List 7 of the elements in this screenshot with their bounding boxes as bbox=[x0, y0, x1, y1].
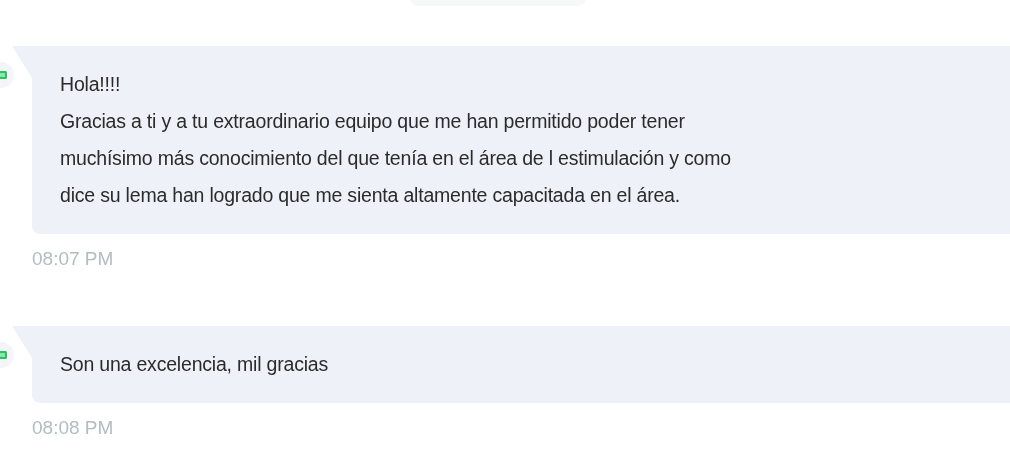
message-text: Hola!!!! bbox=[60, 72, 122, 97]
message-text: Gracias a ti y a tu extraordinario equipo que me han permitido poder tener bbox=[60, 109, 686, 134]
timestamp: 08:07 PM bbox=[32, 248, 115, 270]
message-text: muchísimo más conocimiento del que tenía en el área de l estimulación y como bbox=[60, 146, 732, 171]
message-text: Son una excelencia, mil gracias bbox=[60, 352, 330, 377]
message-text: dice su lema han logrado que me sienta altamente capacitada en el área. bbox=[60, 183, 681, 208]
timestamp: 08:08 PM bbox=[32, 417, 115, 439]
